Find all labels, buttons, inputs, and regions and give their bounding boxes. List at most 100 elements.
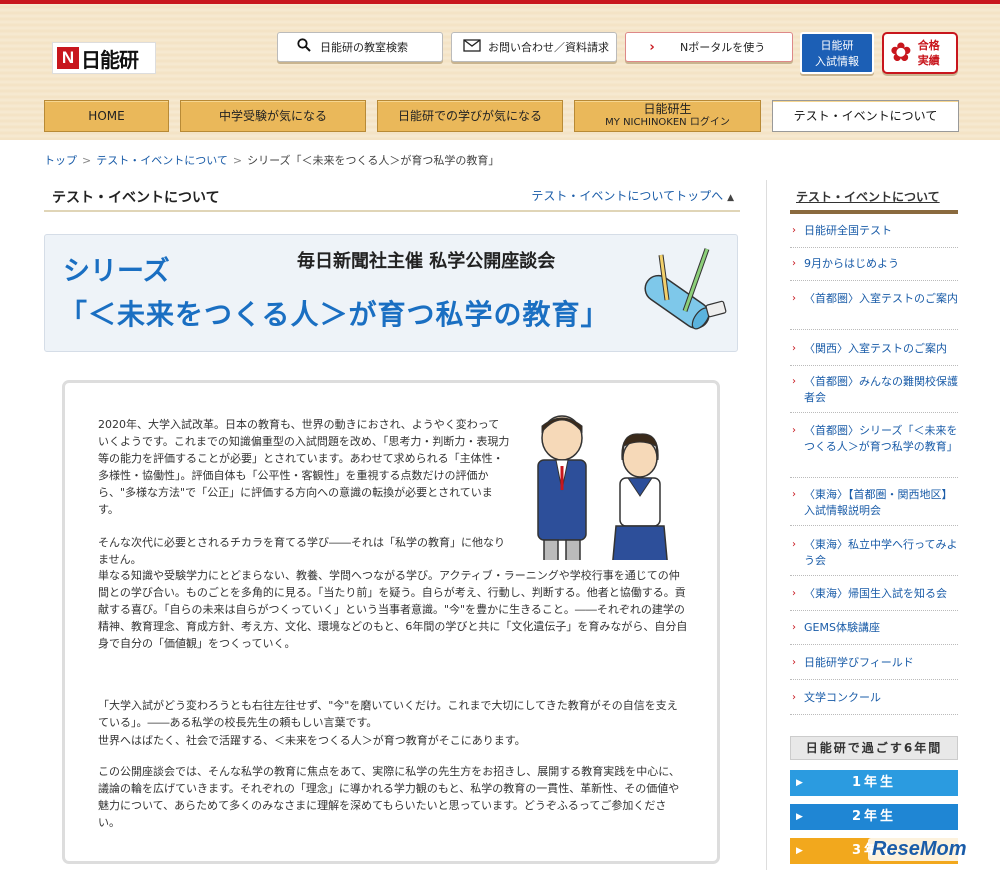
contact-label: お問い合わせ／資料請求 <box>488 41 609 54</box>
chevron-right-icon: › <box>792 539 796 550</box>
sidebar-item-label: 文学コンクール <box>804 691 881 704</box>
sidebar-item-label: 〈関西〉入室テストのご案内 <box>804 342 947 355</box>
sidebar-divider <box>766 180 767 870</box>
chevron-right-icon: › <box>792 657 796 668</box>
results-line2: 実績 <box>917 54 940 67</box>
article-paragraph-2d: 世界へはばたく、社会で活躍する、＜未来をつくる人＞が育つ教育がそこにあります。 <box>98 734 526 747</box>
sidebar-item-national-test[interactable]: › 日能研全国テスト <box>790 222 958 248</box>
sidebar-item-label: GEMS体験講座 <box>804 621 880 634</box>
chevron-right-icon: › <box>792 489 796 500</box>
classroom-search-button[interactable]: 日能研の教室検索 <box>277 32 443 62</box>
nav-manabi-label: 日能研での学びが気になる <box>397 108 542 123</box>
pencil-case-illustration <box>644 248 727 330</box>
sidebar-item-label: 〈首都圏〉みんなの難関校保護者会 <box>804 375 958 404</box>
sidebar-item-kansai-entry-test[interactable]: › 〈関西〉入室テストのご案内 <box>790 340 958 366</box>
sidebar-item-label: 9月からはじめよう <box>804 257 899 270</box>
chevron-right-icon: › <box>792 293 796 304</box>
breadcrumb-separator: > <box>232 154 243 167</box>
chevron-right-icon: › <box>792 692 796 703</box>
nav-test-event-label: テスト・イベントについて <box>793 108 938 123</box>
chevron-right-icon: › <box>792 225 796 236</box>
breadcrumb-test-event[interactable]: テスト・イベントについて <box>96 154 228 167</box>
sidebar-item-september[interactable]: › 9月からはじめよう <box>790 255 958 281</box>
chevron-right-icon: ▶ <box>796 812 806 822</box>
sidebar-item-parents-meeting[interactable]: › 〈首都圏〉みんなの難関校保護者会 <box>790 373 958 413</box>
sidebar-item-label: 日能研学びフィールド <box>804 656 914 669</box>
sidebar-item-manabi-field[interactable]: › 日能研学びフィールド <box>790 654 958 680</box>
search-icon <box>292 38 316 56</box>
sidebar-title: テスト・イベントについて <box>796 190 940 204</box>
students-illustration <box>537 415 668 560</box>
chevron-right-icon: › <box>792 258 796 269</box>
article-paragraph-3: この公開座談会では、そんな私学の教育に焦点をあて、実際に私学の先生方をお招きし、… <box>98 765 680 829</box>
article-paragraph-2b: 単なる知識や受験学力にとどまらない、教養、学問へつながる学び。アクティブ・ラーニ… <box>98 569 688 650</box>
series-banner: シリーズ 毎日新聞社主催 私学公開座談会 「＜未来をつくる人＞が育つ私学の教育」 <box>44 234 738 352</box>
sidebar-item-label: 〈東海〉帰国生入試を知る会 <box>804 587 947 600</box>
logo-text: 日能研 <box>81 47 139 72</box>
n-portal-label: Nポータルを使う <box>680 41 766 54</box>
classroom-search-label: 日能研の教室検索 <box>320 41 408 54</box>
breadcrumb-current: シリーズ「＜未来をつくる人＞が育つ私学の教育」 <box>247 154 500 167</box>
breadcrumb: トップ > テスト・イベントについて > シリーズ「＜未来をつくる人＞が育つ私学の教育」 <box>44 152 499 168</box>
grade-2-button[interactable]: ▶ 2年生 <box>790 804 958 830</box>
chevron-right-icon: ▶ <box>796 778 806 788</box>
resemom-watermark: ReseMom <box>868 838 971 861</box>
article-paragraph-2a: そんな次代に必要とされるチカラを育てる学び――それは「私学の教育」に他なりません… <box>98 536 505 566</box>
sidebar-item-label: 〈東海〉【首都圏・関西地区】入試情報説明会 <box>804 488 953 517</box>
nav-my-nichinoken-sub: MY NICHINOKEN ログイン <box>605 117 730 128</box>
nav-test-event[interactable]: テスト・イベントについて <box>772 100 959 132</box>
sidebar-item-series[interactable]: › 〈首都圏〉シリーズ「＜未来をつくる人＞が育つ私学の教育」 <box>790 422 958 478</box>
admission-info-line2: 入試情報 <box>815 55 859 68</box>
chevron-right-icon: ▶ <box>796 846 806 856</box>
sidebar-item-gems[interactable]: › GEMS体験講座 <box>790 619 958 645</box>
sidebar-item-label: 〈首都圏〉シリーズ「＜未来をつくる人＞が育つ私学の教育」 <box>804 424 958 453</box>
results-line1: 合格 <box>917 39 940 52</box>
article-paragraph-1: 2020年、大学入試改革。日本の教育も、世界の動きにおされ、ようやく変わっていく… <box>98 418 510 516</box>
section-header: テスト・イベントについて テスト・イベントについてトップへ ▲ <box>44 182 740 212</box>
grade-1-label: 1年生 <box>851 775 897 790</box>
article-paragraph-2c: 「大学入試がどう変わろうとも右往左往せず、"今"を磨いていくだけ。これまで大切に… <box>98 699 678 729</box>
sakura-icon: ✿ <box>890 38 912 68</box>
triangle-up-icon: ▲ <box>727 193 734 203</box>
chevron-right-icon: › <box>649 39 655 55</box>
nav-juken-label: 中学受験が気になる <box>218 108 327 123</box>
chevron-right-icon: › <box>792 588 796 599</box>
nav-home-label: HOME <box>88 108 125 123</box>
chevron-right-icon: › <box>792 343 796 354</box>
nav-my-nichinoken-label: 日能研生 <box>643 102 692 116</box>
section-top-link[interactable]: テスト・イベントについてトップへ ▲ <box>531 187 734 204</box>
sidebar-item-shutoken-entry-test[interactable]: › 〈首都圏〉入室テストのご案内 <box>790 290 958 330</box>
admission-info-button[interactable]: 日能研 入試情報 <box>800 32 874 74</box>
chevron-right-icon: › <box>792 622 796 633</box>
sidebar-item-tokai-briefing[interactable]: › 〈東海〉【首都圏・関西地区】入試情報説明会 <box>790 486 958 526</box>
sidebar-item-tokai-returnee[interactable]: › 〈東海〉帰国生入試を知る会 <box>790 585 958 611</box>
sidebar-item-label: 日能研全国テスト <box>804 224 892 237</box>
breadcrumb-separator: > <box>82 154 92 167</box>
results-button[interactable]: ✿ 合格 実績 <box>882 32 958 74</box>
nav-juken[interactable]: 中学受験が気になる <box>180 100 366 132</box>
banner-series-label: シリーズ <box>63 256 170 287</box>
banner-title: 「＜未来をつくる人＞が育つ私学の教育」 <box>59 298 610 331</box>
logo-mark: N <box>57 47 79 69</box>
nav-home[interactable]: HOME <box>44 100 169 132</box>
nav-manabi[interactable]: 日能研での学びが気になる <box>377 100 563 132</box>
nichinoken-logo[interactable]: N 日能研 <box>52 42 156 74</box>
grade-2-label: 2年生 <box>851 809 897 824</box>
breadcrumb-top[interactable]: トップ <box>44 154 77 167</box>
sidebar-item-label: 〈首都圏〉入室テストのご案内 <box>804 292 958 305</box>
grades-header: 日能研で過ごす6年間 <box>790 736 958 760</box>
grade-1-button[interactable]: ▶ 1年生 <box>790 770 958 796</box>
sidebar-item-label: 〈東海〉私立中学へ行ってみよう会 <box>804 538 958 567</box>
sidebar-item-literature-contest[interactable]: › 文学コンクール <box>790 689 958 715</box>
n-portal-button[interactable]: › Nポータルを使う <box>625 32 793 62</box>
chevron-right-icon: › <box>792 376 796 387</box>
section-title: テスト・イベントについて <box>52 190 220 206</box>
sidebar-item-tokai-private-school[interactable]: › 〈東海〉私立中学へ行ってみよう会 <box>790 536 958 576</box>
banner-subtitle: 毎日新聞社主催 私学公開座談会 <box>297 251 556 272</box>
chevron-right-icon: › <box>792 425 796 436</box>
nav-my-nichinoken[interactable]: 日能研生 MY NICHINOKEN ログイン <box>574 100 761 132</box>
sidebar-header[interactable]: テスト・イベントについて <box>790 182 958 214</box>
contact-button[interactable]: お問い合わせ／資料請求 <box>451 32 617 62</box>
admission-info-line1: 日能研 <box>820 39 854 52</box>
mail-icon <box>460 38 484 56</box>
